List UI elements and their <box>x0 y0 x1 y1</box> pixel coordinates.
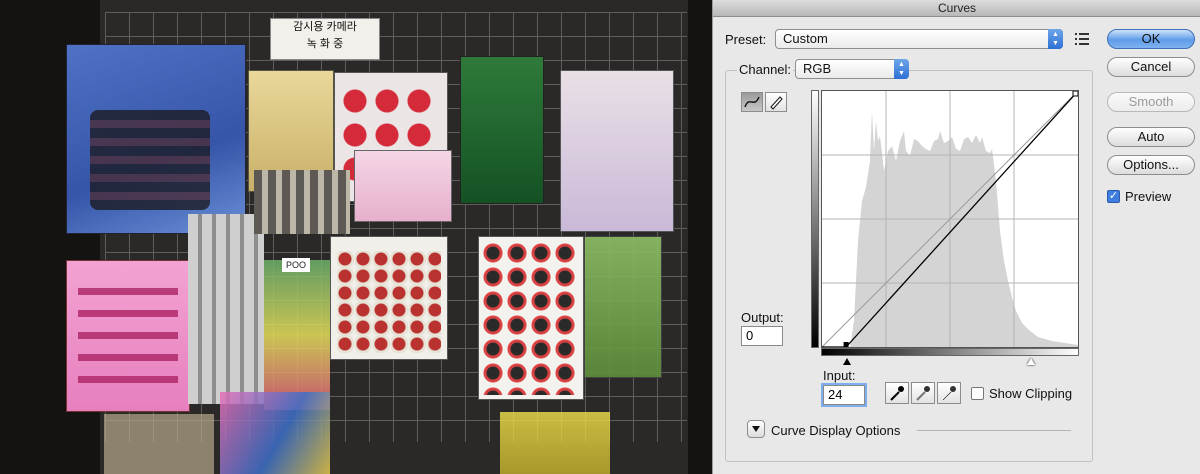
preset-value: Custom <box>783 31 828 46</box>
hair-clip-packs <box>254 170 350 234</box>
input-field[interactable]: 24 <box>823 385 865 405</box>
badge-sheet <box>330 236 448 360</box>
smooth-button[interactable]: Smooth <box>1107 92 1195 112</box>
curve-point-white[interactable] <box>1072 90 1079 97</box>
list-menu-icon[interactable] <box>1072 30 1092 48</box>
histogram <box>850 111 1078 347</box>
curves-dialog: Curves Preset: Custom ▲ ▼ Channel: RGB ▲ ▼ <box>712 0 1200 474</box>
toy-card-right <box>560 70 674 232</box>
auto-button[interactable]: Auto <box>1107 127 1195 147</box>
silver-packs <box>188 214 264 404</box>
show-clipping-checkbox[interactable] <box>971 387 984 400</box>
panda-cards <box>478 236 584 400</box>
output-label: Output: <box>741 310 784 325</box>
options-button[interactable]: Options... <box>1107 155 1195 175</box>
bin-items <box>500 412 610 474</box>
input-gradient-bar <box>821 348 1079 356</box>
input-label: Input: <box>823 368 856 383</box>
pink-pack <box>354 150 452 222</box>
crate <box>104 414 214 474</box>
curve-display-options-label: Curve Display Options <box>771 423 901 438</box>
ok-button[interactable]: OK <box>1107 29 1195 49</box>
pencil-tool-icon[interactable] <box>765 92 787 112</box>
divider-line <box>917 430 1071 431</box>
cancel-button[interactable]: Cancel <box>1107 57 1195 77</box>
black-point-eyedropper-icon[interactable] <box>885 382 909 404</box>
dialog-title: Curves <box>713 0 1200 17</box>
camera-sign: 감시용 카메라 녹 화 중 <box>270 18 380 60</box>
preset-select[interactable]: Custom ▲ ▼ <box>775 29 1063 49</box>
disclosure-triangle-icon[interactable] <box>747 420 765 438</box>
white-point-slider[interactable] <box>1027 358 1035 365</box>
black-point-slider[interactable] <box>843 358 851 365</box>
water-guns <box>220 392 330 474</box>
preview-label: Preview <box>1125 189 1172 204</box>
output-gradient-bar <box>811 90 819 348</box>
toy-card-face <box>460 56 544 204</box>
green-toy-strip <box>584 236 662 378</box>
curve-svg <box>821 90 1079 348</box>
poo-tag: POO <box>282 258 310 272</box>
channel-value: RGB <box>803 61 832 76</box>
curve-tool-icon[interactable] <box>741 92 763 112</box>
popup-arrows-icon: ▲ ▼ <box>894 59 909 79</box>
output-field[interactable]: 0 <box>741 326 783 346</box>
channel-select[interactable]: RGB ▲ ▼ <box>795 59 909 79</box>
curve-point-black[interactable] <box>843 342 849 347</box>
sign-line-2: 녹 화 중 <box>306 38 344 50</box>
white-point-eyedropper-icon[interactable] <box>937 382 961 404</box>
show-clipping-label: Show Clipping <box>989 386 1073 401</box>
gray-point-eyedropper-icon[interactable] <box>911 382 935 404</box>
preset-label: Preset: <box>725 32 767 47</box>
channel-label: Channel: <box>737 62 794 77</box>
sign-line-1: 감시용 카메라 <box>293 21 357 33</box>
preview-checkbox[interactable]: ✓ <box>1107 190 1120 203</box>
popup-arrows-icon: ▲ ▼ <box>1048 29 1063 49</box>
sunglasses-group <box>90 110 210 210</box>
pink-glasses-rows <box>78 288 178 398</box>
curve-graph[interactable] <box>821 90 1079 348</box>
toy-row-lower <box>264 260 330 410</box>
photo-canvas: 감시용 카메라 녹 화 중 POO <box>0 0 712 474</box>
